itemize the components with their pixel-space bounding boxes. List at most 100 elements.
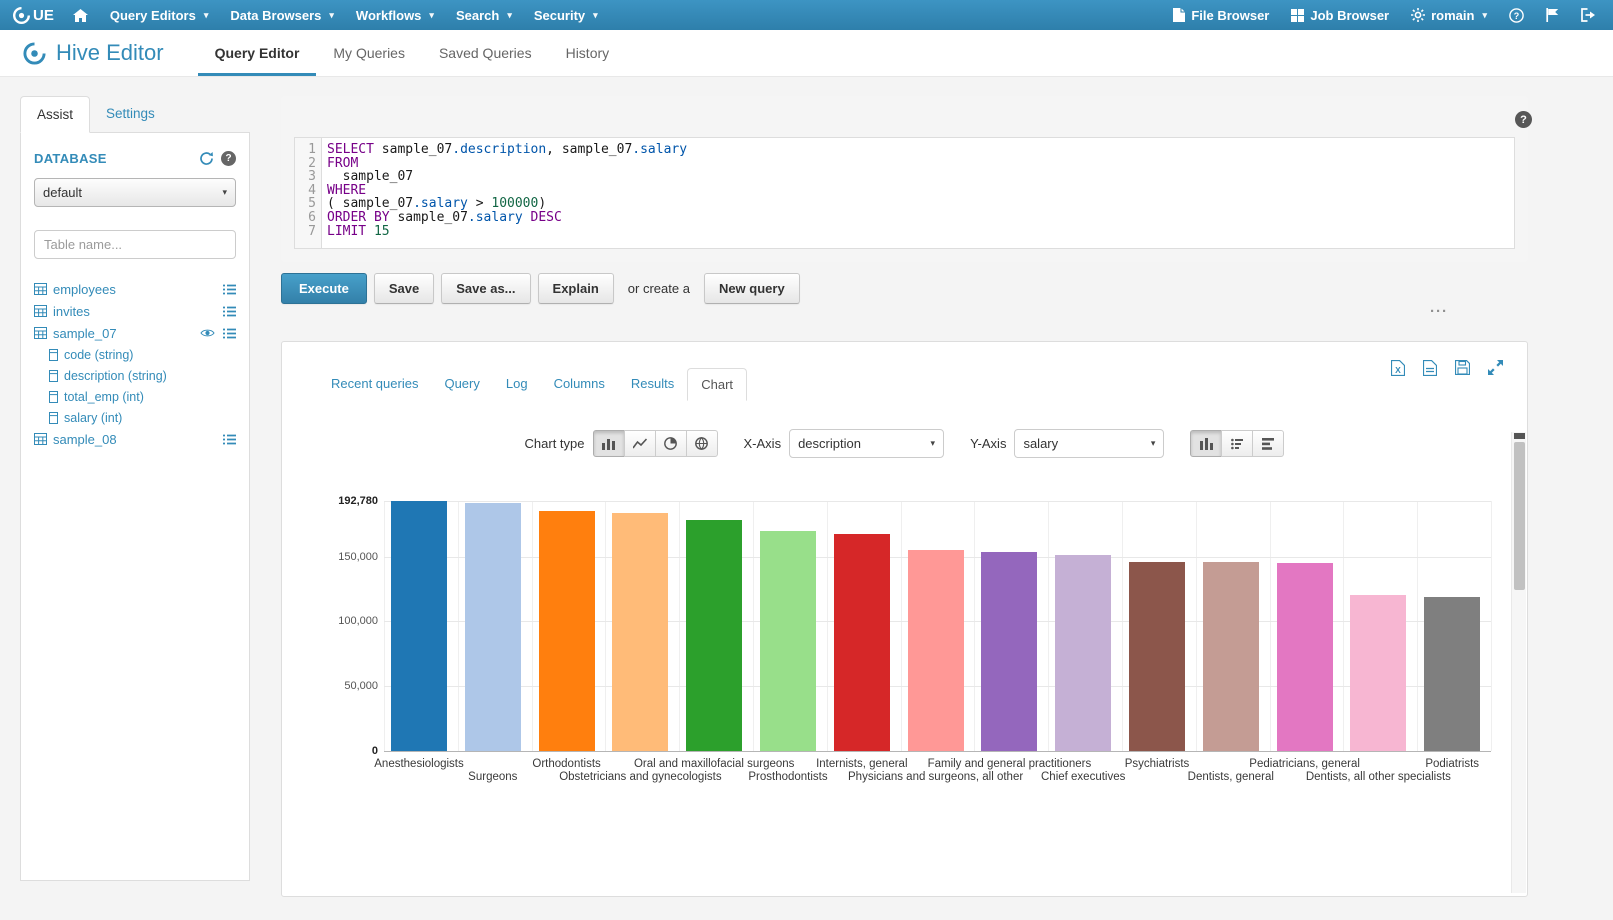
chart-type-pie-button[interactable]	[655, 430, 687, 457]
code-line: FROM	[327, 157, 1514, 171]
column-item[interactable]: code (string)	[34, 344, 236, 365]
bars-stacked-button[interactable]	[1221, 430, 1253, 457]
hive-editor-title[interactable]: Hive Editor	[22, 40, 164, 66]
chart-type-bars-button[interactable]	[593, 430, 625, 457]
chart-bar[interactable]	[1203, 562, 1259, 751]
table-icon	[34, 433, 47, 445]
column-item[interactable]: description (string)	[34, 365, 236, 386]
chart-bar[interactable]	[908, 550, 964, 751]
chart-bar[interactable]	[981, 552, 1037, 751]
chart-bar[interactable]	[539, 511, 595, 751]
help-link[interactable]: ?	[1498, 0, 1535, 30]
column-icon	[49, 391, 58, 403]
file-browser-link[interactable]: File Browser	[1162, 0, 1280, 30]
eye-icon[interactable]	[200, 328, 215, 338]
chart-type-map-button[interactable]	[686, 430, 718, 457]
menu-security[interactable]: Security▾	[523, 0, 609, 30]
chart-bar[interactable]	[1350, 595, 1406, 751]
table-menu-icon[interactable]	[223, 284, 236, 295]
tab-columns[interactable]: Columns	[541, 368, 618, 401]
y-tick-label: 192,780	[282, 495, 378, 507]
logout-link[interactable]	[1570, 0, 1607, 30]
column-item[interactable]: total_emp (int)	[34, 386, 236, 407]
database-select[interactable]: default ▾	[34, 178, 236, 207]
menu-data-browsers[interactable]: Data Browsers▾	[219, 0, 345, 30]
save-as-button[interactable]: Save as...	[441, 273, 530, 304]
bar-layout-group	[1190, 430, 1284, 457]
table-item-invites[interactable]: invites	[34, 300, 236, 322]
results-scrollbar[interactable]	[1511, 432, 1526, 893]
scrollbar-up-arrow[interactable]	[1514, 433, 1525, 439]
export-file-button[interactable]	[1423, 360, 1437, 376]
tab-my-queries[interactable]: My Queries	[316, 30, 422, 76]
home-button[interactable]	[62, 0, 99, 30]
job-browser-link[interactable]: Job Browser	[1280, 0, 1400, 30]
scrollbar-thumb[interactable]	[1514, 442, 1525, 590]
tab-settings[interactable]: Settings	[90, 96, 171, 133]
editor-help-icon[interactable]: ?	[1515, 111, 1532, 128]
table-filter-input[interactable]	[34, 230, 236, 259]
chart-bar[interactable]	[834, 534, 890, 751]
explain-button[interactable]: Explain	[538, 273, 614, 304]
save-results-button[interactable]	[1455, 360, 1470, 376]
column-item[interactable]: salary (int)	[34, 407, 236, 428]
tab-recent-queries[interactable]: Recent queries	[318, 368, 431, 401]
y-axis-select[interactable]: salary ▾	[1014, 429, 1164, 458]
panel-resizer[interactable]: ···	[281, 304, 1528, 322]
question-circle-icon: ?	[1509, 8, 1524, 23]
table-icon	[34, 305, 47, 317]
x-axis-select[interactable]: description ▾	[789, 429, 944, 458]
x-tick-label: Prosthodontists	[748, 771, 827, 783]
table-menu-icon[interactable]	[223, 434, 236, 445]
new-query-button[interactable]: New query	[704, 273, 800, 304]
sql-editor[interactable]: 1234567 SELECT sample_07.description, sa…	[294, 137, 1515, 249]
chart-bar[interactable]	[1424, 597, 1480, 752]
chart-bar[interactable]	[686, 520, 742, 751]
editor-code[interactable]: SELECT sample_07.description, sample_07.…	[322, 138, 1514, 248]
bars-horizontal-button[interactable]	[1252, 430, 1284, 457]
save-button[interactable]: Save	[374, 273, 434, 304]
tab-assist[interactable]: Assist	[20, 96, 90, 133]
bars-vertical-button[interactable]	[1190, 430, 1222, 457]
chart-bar[interactable]	[1277, 563, 1333, 751]
chart-bar[interactable]	[391, 501, 447, 751]
fullscreen-button[interactable]	[1488, 360, 1503, 376]
tab-results[interactable]: Results	[618, 368, 687, 401]
tab-history[interactable]: History	[549, 30, 627, 76]
x-tick-label: Physicians and surgeons, all other	[848, 771, 1023, 783]
table-item-sample_07[interactable]: sample_07	[34, 322, 236, 344]
chart-bar[interactable]	[465, 503, 521, 751]
feedback-flag-link[interactable]	[1535, 0, 1570, 30]
chart-bar[interactable]	[1129, 562, 1185, 752]
table-item-employees[interactable]: employees	[34, 278, 236, 300]
assist-help-icon[interactable]: ?	[221, 151, 236, 166]
table-item-sample_08[interactable]: sample_08	[34, 428, 236, 450]
menu-query-editors[interactable]: Query Editors▾	[99, 0, 220, 30]
tab-log[interactable]: Log	[493, 368, 541, 401]
code-line: WHERE	[327, 184, 1514, 198]
resizer-handle-dots[interactable]: ···	[1430, 303, 1448, 320]
chart-type-line-button[interactable]	[624, 430, 656, 457]
job-browser-label: Job Browser	[1310, 8, 1389, 23]
refresh-icon[interactable]	[199, 152, 214, 165]
chart-bar[interactable]	[1055, 555, 1111, 751]
table-menu-icon[interactable]	[223, 328, 236, 339]
chart-bar[interactable]	[612, 513, 668, 751]
tab-query-editor[interactable]: Query Editor	[198, 30, 317, 76]
menu-search[interactable]: Search▾	[445, 0, 523, 30]
code-line: SELECT sample_07.description, sample_07.…	[327, 143, 1514, 157]
export-excel-button[interactable]: X	[1391, 360, 1405, 376]
user-menu[interactable]: romain▾	[1400, 0, 1498, 30]
menu-workflows[interactable]: Workflows▾	[345, 0, 445, 30]
chart-bar[interactable]	[760, 531, 816, 751]
execute-button[interactable]: Execute	[281, 273, 367, 304]
pie-chart-icon	[664, 437, 677, 450]
menu-label: Workflows	[356, 8, 422, 23]
table-menu-icon[interactable]	[223, 306, 236, 317]
tab-query[interactable]: Query	[431, 368, 492, 401]
hue-logo[interactable]: UE	[6, 0, 62, 30]
tab-saved-queries[interactable]: Saved Queries	[422, 30, 549, 76]
y-tick-label: 0	[282, 745, 378, 757]
tab-chart[interactable]: Chart	[687, 368, 747, 401]
app-header: Hive Editor Query Editor My Queries Save…	[0, 30, 1613, 77]
